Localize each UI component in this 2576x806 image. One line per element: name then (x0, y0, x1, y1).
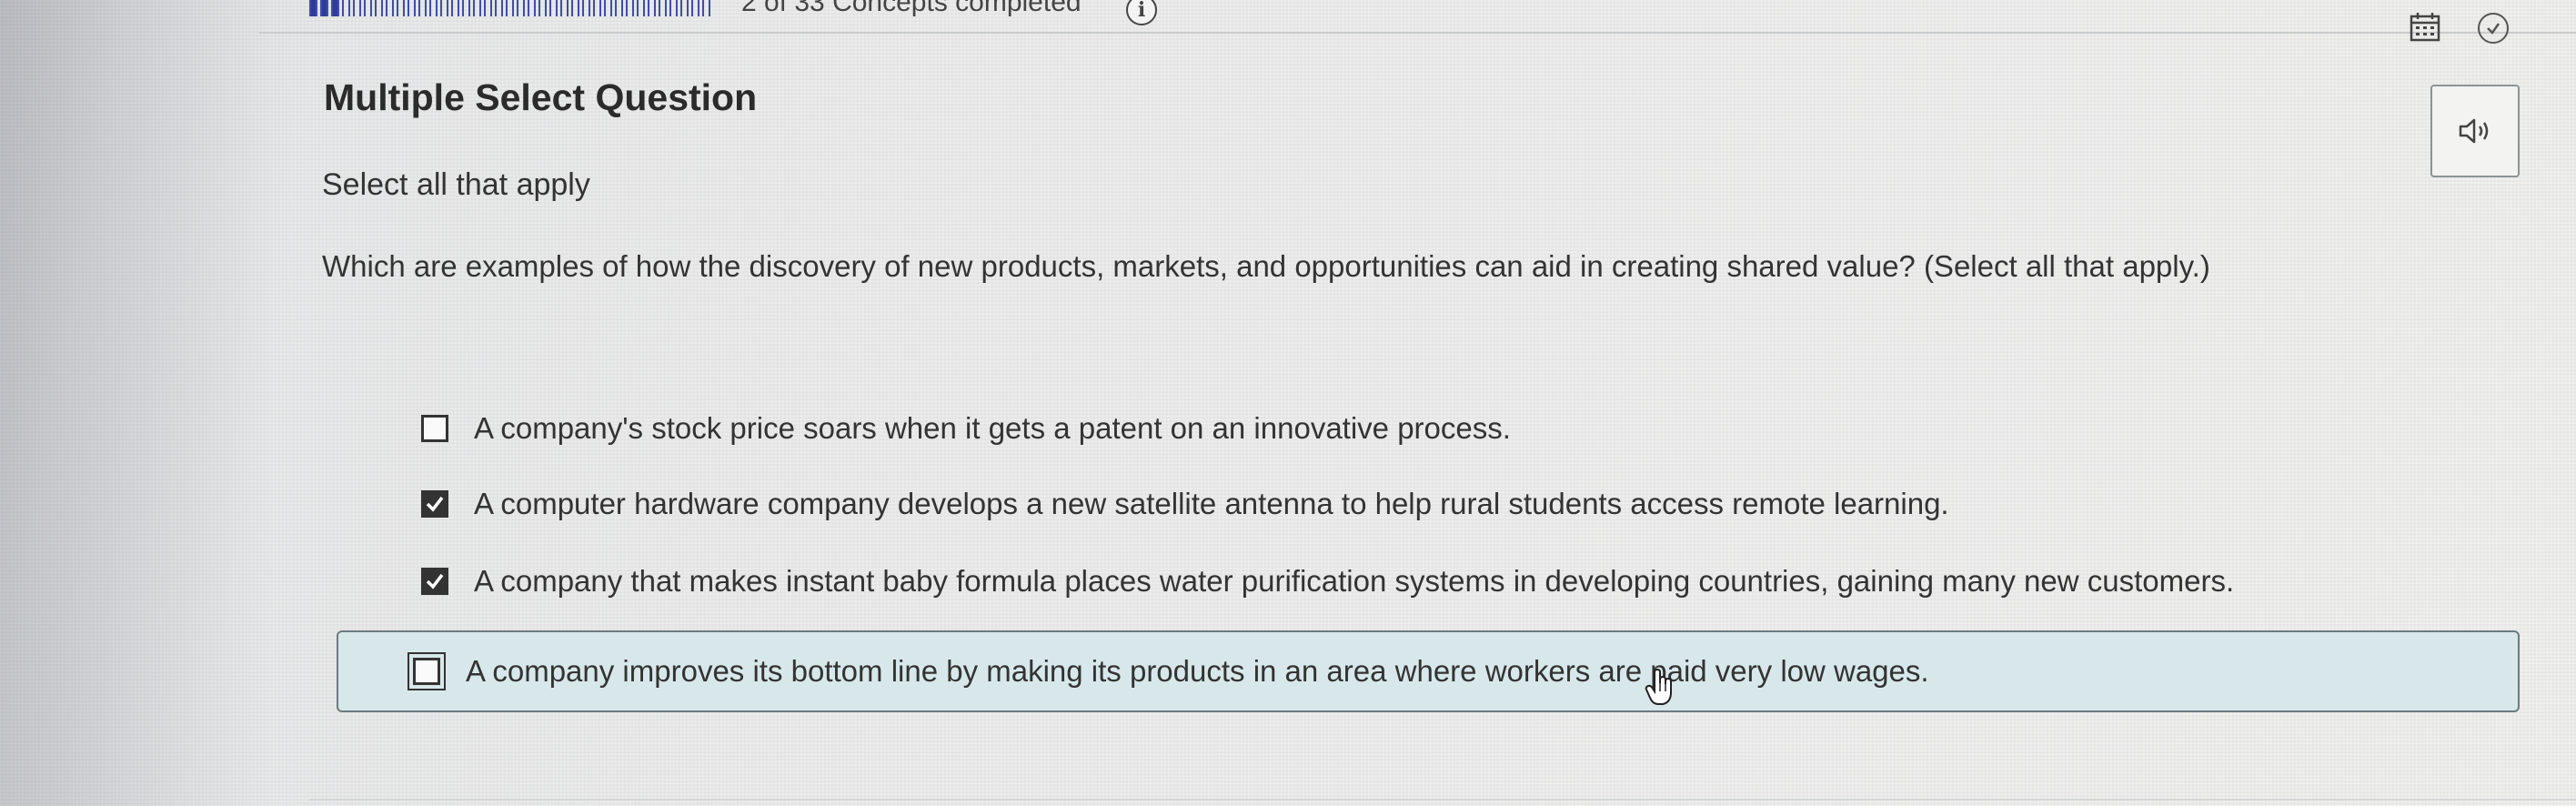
progress-segment (495, 0, 503, 16)
progress-segment (440, 0, 448, 16)
progress-segment (397, 0, 405, 16)
progress-segment (680, 0, 689, 16)
option-checkbox[interactable] (421, 568, 448, 595)
info-icon[interactable]: i (1126, 0, 1157, 25)
progress-segment (702, 0, 710, 16)
answer-option-3[interactable]: A company that makes instant baby formul… (421, 564, 2234, 599)
question-prompt: Which are examples of how the discovery … (322, 249, 2210, 283)
concept-progress-bar (309, 0, 719, 16)
progress-segment (462, 0, 470, 16)
checkmark-icon (426, 496, 444, 512)
answer-option-2[interactable]: A computer hardware company develops a n… (421, 487, 1949, 521)
answer-option-1[interactable]: A company's stock price soars when it ge… (421, 411, 1511, 446)
option-checkbox[interactable] (421, 415, 448, 442)
progress-segment (626, 0, 634, 16)
left-shade (0, 0, 273, 806)
check-circle-icon[interactable] (2478, 13, 2509, 44)
option-label: A company's stock price soars when it ge… (474, 411, 1511, 445)
option-checkbox[interactable] (421, 490, 448, 518)
progress-segment (408, 0, 416, 16)
progress-segment (538, 0, 547, 16)
progress-segment (331, 0, 339, 16)
header-divider (259, 32, 2576, 34)
progress-segment (571, 0, 579, 16)
question-type-title: Multiple Select Question (324, 76, 758, 118)
progress-segment (615, 0, 623, 16)
progress-segment (691, 0, 699, 16)
progress-segment (473, 0, 481, 16)
checkmark-icon (426, 573, 444, 589)
calendar-icon[interactable] (2409, 11, 2441, 44)
progress-segment (451, 0, 459, 16)
progress-segment (418, 0, 427, 16)
progress-segment (309, 0, 317, 16)
progress-segment (386, 0, 394, 16)
option-label: A company improves its bottom line by ma… (466, 654, 1929, 688)
concepts-completed-label: 2 of 33 Concepts completed (741, 0, 1082, 17)
progress-segment (593, 0, 601, 16)
progress-segment (528, 0, 536, 16)
progress-segment (517, 0, 525, 16)
hand-cursor-icon (1645, 668, 1672, 705)
progress-segment (604, 0, 612, 16)
option-checkbox[interactable] (408, 652, 446, 690)
progress-segment (320, 0, 328, 16)
progress-segment (659, 0, 667, 16)
read-aloud-button[interactable] (2430, 85, 2520, 177)
progress-segment (484, 0, 492, 16)
progress-segment (342, 0, 350, 16)
progress-segment (637, 0, 645, 16)
progress-segment (648, 0, 656, 16)
progress-segment (429, 0, 438, 16)
progress-segment (560, 0, 569, 16)
progress-segment (669, 0, 678, 16)
speaker-icon (2459, 118, 2489, 144)
progress-segment (506, 0, 514, 16)
option-label: A company that makes instant baby formul… (474, 564, 2235, 598)
progress-segment (549, 0, 558, 16)
option-label: A computer hardware company develops a n… (474, 487, 1949, 520)
progress-segment (582, 0, 590, 16)
bottom-divider (309, 799, 2576, 801)
progress-segment (375, 0, 383, 16)
progress-segment (364, 0, 372, 16)
answer-option-4[interactable]: A company improves its bottom line by ma… (337, 630, 2520, 712)
progress-segment (353, 0, 361, 16)
question-instruction: Select all that apply (322, 167, 590, 202)
